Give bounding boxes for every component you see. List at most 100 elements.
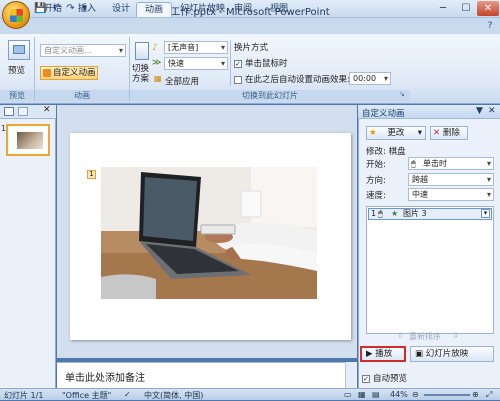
transition-sound-combo[interactable]: [无声音] [164,41,228,54]
animation-order-tag: 1 [87,170,96,179]
auto-advance-option[interactable]: 在此之后自动设置动画效果: [234,73,350,85]
on-click-checkbox[interactable]: ✓ [234,59,242,68]
minimize-button[interactable]: ─ [432,1,454,16]
task-pane-header: 自定义动画 ▼ ✕ [358,105,500,119]
transition-scheme-icon[interactable] [135,42,149,60]
group-transition: 切换到此幻灯片 [130,90,410,101]
maximize-button[interactable]: ☐ [455,1,477,16]
zoom-out-icon[interactable]: ⊖ [412,390,419,399]
autopreview-label: 自动预览 [373,374,408,384]
close-pane-icon[interactable]: ✕ [43,105,51,115]
laptop-photo-image [101,167,317,299]
remove-effect-button[interactable]: ✕ 删除 [430,126,468,140]
mouse-click-icon: 🖱 [411,159,416,168]
slideshow-icon: ▣ [415,349,424,359]
transition-speed-combo[interactable]: 快速 [164,57,228,70]
delete-icon: ✕ [433,128,441,138]
star-icon: ★ [369,128,377,138]
normal-view-icon[interactable]: ▭ [344,390,352,399]
transition-scheme-label[interactable]: 切换 方案 [132,64,152,84]
item-dropdown-icon[interactable]: ▾ [481,209,490,218]
autopreview-option[interactable]: ✓ 自动预览 [362,372,407,384]
start-combo[interactable]: 🖱 单击时 [408,157,494,170]
zoom-in-icon[interactable]: ⊕ [472,390,479,399]
play-button[interactable]: ▶ 播放 [360,346,406,362]
help-icon[interactable]: ? [484,21,496,32]
speed-combo[interactable]: 中速 [408,188,494,201]
slideshow-button[interactable]: ▣ 幻灯片放映 [410,346,494,362]
tab-review[interactable]: 审阅 [226,2,260,17]
chevron-down-icon: ▾ [417,128,422,138]
notes-pane[interactable]: 单击此处添加备注 [57,362,357,388]
animation-list[interactable] [366,206,494,334]
slide-counter: 幻灯片 1/1 [4,391,44,400]
start-label: 开始: [366,160,386,170]
play-label: 播放 [375,349,393,359]
modify-label: 修改: 棋盘 [366,147,406,157]
tab-view[interactable]: 视图 [262,2,296,17]
office-logo-icon [10,9,23,22]
custom-animation-icon [43,69,51,77]
thumbnail-image [17,132,43,149]
slideshow-view-icon[interactable]: ▤ [372,390,380,399]
advance-slide-title: 换片方式 [234,43,269,53]
move-up-icon[interactable]: ⇧ [397,331,404,340]
pane-menu-icon[interactable]: ▼ [476,106,483,116]
auto-advance-time[interactable]: 00:00 [349,72,391,85]
slides-tab-icon[interactable] [4,107,14,116]
pane-close-icon[interactable]: ✕ [488,106,496,116]
slide-thumbnail[interactable] [6,124,50,156]
group-preview: 预览 [0,90,34,101]
item-number: 1 [371,209,377,218]
on-click-option[interactable]: ✓ 单击鼠标时 [234,57,288,69]
on-click-label: 单击鼠标时 [245,59,288,69]
group-separator [230,40,231,86]
animation-list-item[interactable]: 1 🖱 ★ 图片 3 ▾ [368,208,492,220]
preview-button-label[interactable]: 预览 [8,64,25,76]
entrance-effect-icon: ★ [391,209,399,218]
auto-advance-label: 在此之后自动设置动画效果: [245,75,350,85]
notes-scrollbar[interactable] [345,362,357,388]
autopreview-checkbox[interactable]: ✓ [362,374,370,383]
zoom-level[interactable]: 44% [390,390,408,399]
item-name: 图片 3 [403,209,427,218]
tab-animations[interactable]: 动画 [136,2,173,17]
start-value: 单击时 [423,159,447,168]
status-bar: 幻灯片 1/1 "Office 主题" ✓ 中文(简体, 中国) ▭ ▦ ▤ 4… [0,388,500,400]
slides-pane-tabs: ✕ [0,105,56,119]
close-button[interactable]: ✕ [477,1,499,16]
change-effect-label: 更改 [387,128,405,138]
direction-label: 方向: [366,176,386,186]
remove-effect-label: 删除 [442,128,460,138]
sorter-view-icon[interactable]: ▦ [358,390,366,399]
speed-icon: ≫ [152,58,162,68]
change-effect-button[interactable]: ★ 更改 ▾ [366,126,426,140]
auto-advance-checkbox[interactable] [234,75,242,84]
apply-all-button[interactable]: 全部应用 [165,75,199,87]
animation-combo[interactable]: 自定义动画… [40,44,126,57]
tab-insert[interactable]: 插入 [70,2,104,17]
zoom-slider[interactable] [424,394,470,396]
tab-slideshow[interactable]: 幻灯片放映 [172,2,233,17]
custom-animation-button[interactable]: 自定义动画 [40,66,98,80]
notes-placeholder: 单击此处添加备注 [65,373,145,384]
spellcheck-icon[interactable]: ✓ [124,390,131,399]
language-status[interactable]: 中文(简体, 中国) [144,390,203,401]
play-icon: ▶ [366,349,373,359]
tab-home[interactable]: 开始 [36,2,70,17]
office-button[interactable] [2,1,30,29]
reorder-label: 重新排序 [409,332,441,341]
fit-window-icon[interactable]: ⤢ [486,390,492,400]
slide-picture[interactable] [101,167,317,299]
group-animation: 动画 [35,90,129,101]
ribbon-tabs [0,18,500,35]
outline-tab-icon[interactable] [18,107,28,116]
mouse-click-icon: 🖱 [378,209,383,218]
tab-design[interactable]: 设计 [104,2,138,17]
direction-combo[interactable]: 跨越 [408,173,494,186]
move-down-icon[interactable]: ⇩ [452,331,459,340]
preview-icon[interactable] [8,40,30,60]
speed-label: 速度: [366,191,386,201]
apply-all-icon: ▦ [154,74,162,83]
dialog-launcher-icon[interactable]: ↘ [399,90,407,98]
